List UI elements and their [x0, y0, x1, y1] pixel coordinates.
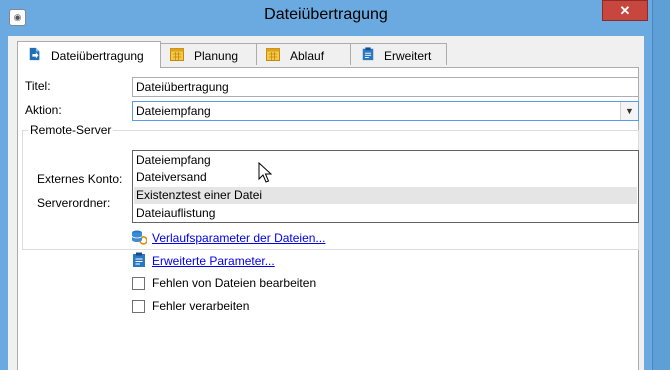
advanced-params-link[interactable]: Erweiterte Parameter...: [152, 254, 275, 268]
clipboard-icon: [133, 252, 145, 267]
dialog-window: ◉ Dateiübertragung ✕ Dateiübertragung Pl…: [0, 0, 653, 370]
action-option[interactable]: Dateiversand: [134, 169, 637, 186]
action-combobox[interactable]: Dateiempfang ▼: [132, 101, 639, 121]
action-combobox-value: Dateiempfang: [136, 104, 211, 118]
action-label: Aktion:: [25, 103, 62, 117]
tab-panel: Titel: Dateiübertragung Aktion: Dateiemp…: [17, 67, 639, 370]
tab-dateiuebertragung[interactable]: Dateiübertragung: [17, 41, 161, 68]
tab-planung[interactable]: Planung: [160, 43, 257, 65]
mouse-cursor-icon: [258, 162, 272, 183]
close-button[interactable]: ✕: [602, 0, 648, 21]
database-history-icon: [131, 230, 147, 245]
action-option[interactable]: Dateiauflistung: [134, 205, 637, 222]
clipboard-icon: [362, 47, 374, 61]
window-title: Dateiübertragung: [264, 6, 388, 23]
file-transfer-icon: [29, 47, 40, 61]
remote-server-group-title: Remote-Server: [28, 123, 114, 137]
calendar-icon: [170, 48, 184, 61]
process-errors-label: Fehler verarbeiten: [152, 299, 250, 313]
handle-missing-files-checkbox[interactable]: [132, 277, 145, 290]
title-bar[interactable]: ◉ Dateiübertragung ✕: [0, 0, 652, 36]
process-errors-checkbox[interactable]: [132, 300, 145, 313]
tab-ablauf[interactable]: Ablauf: [256, 43, 351, 65]
title-input[interactable]: Dateiübertragung: [132, 77, 639, 97]
title-label: Titel:: [25, 79, 51, 93]
tab-erweitert[interactable]: Erweitert: [350, 43, 447, 65]
external-account-label: Externes Konto:: [37, 172, 123, 186]
chevron-down-icon[interactable]: ▼: [620, 102, 638, 120]
action-option[interactable]: Dateiempfang: [134, 152, 637, 169]
server-folder-label: Serverordner:: [37, 196, 111, 210]
tab-label: Ablauf: [290, 49, 325, 63]
handle-missing-files-label: Fehlen von Dateien bearbeiten: [152, 276, 317, 290]
tab-label: Dateiübertragung: [51, 49, 144, 63]
action-dropdown-list: Dateiempfang Dateiversand Existenztest e…: [132, 150, 639, 223]
dialog-client-area: Dateiübertragung Planung Ablauf Erweiter…: [8, 36, 644, 370]
history-params-link[interactable]: Verlaufsparameter der Dateien...: [152, 231, 325, 245]
tab-label: Erweitert: [384, 49, 432, 63]
calendar-icon: [266, 48, 280, 61]
tab-label: Planung: [194, 49, 239, 63]
action-option[interactable]: Existenztest einer Datei: [134, 187, 637, 204]
